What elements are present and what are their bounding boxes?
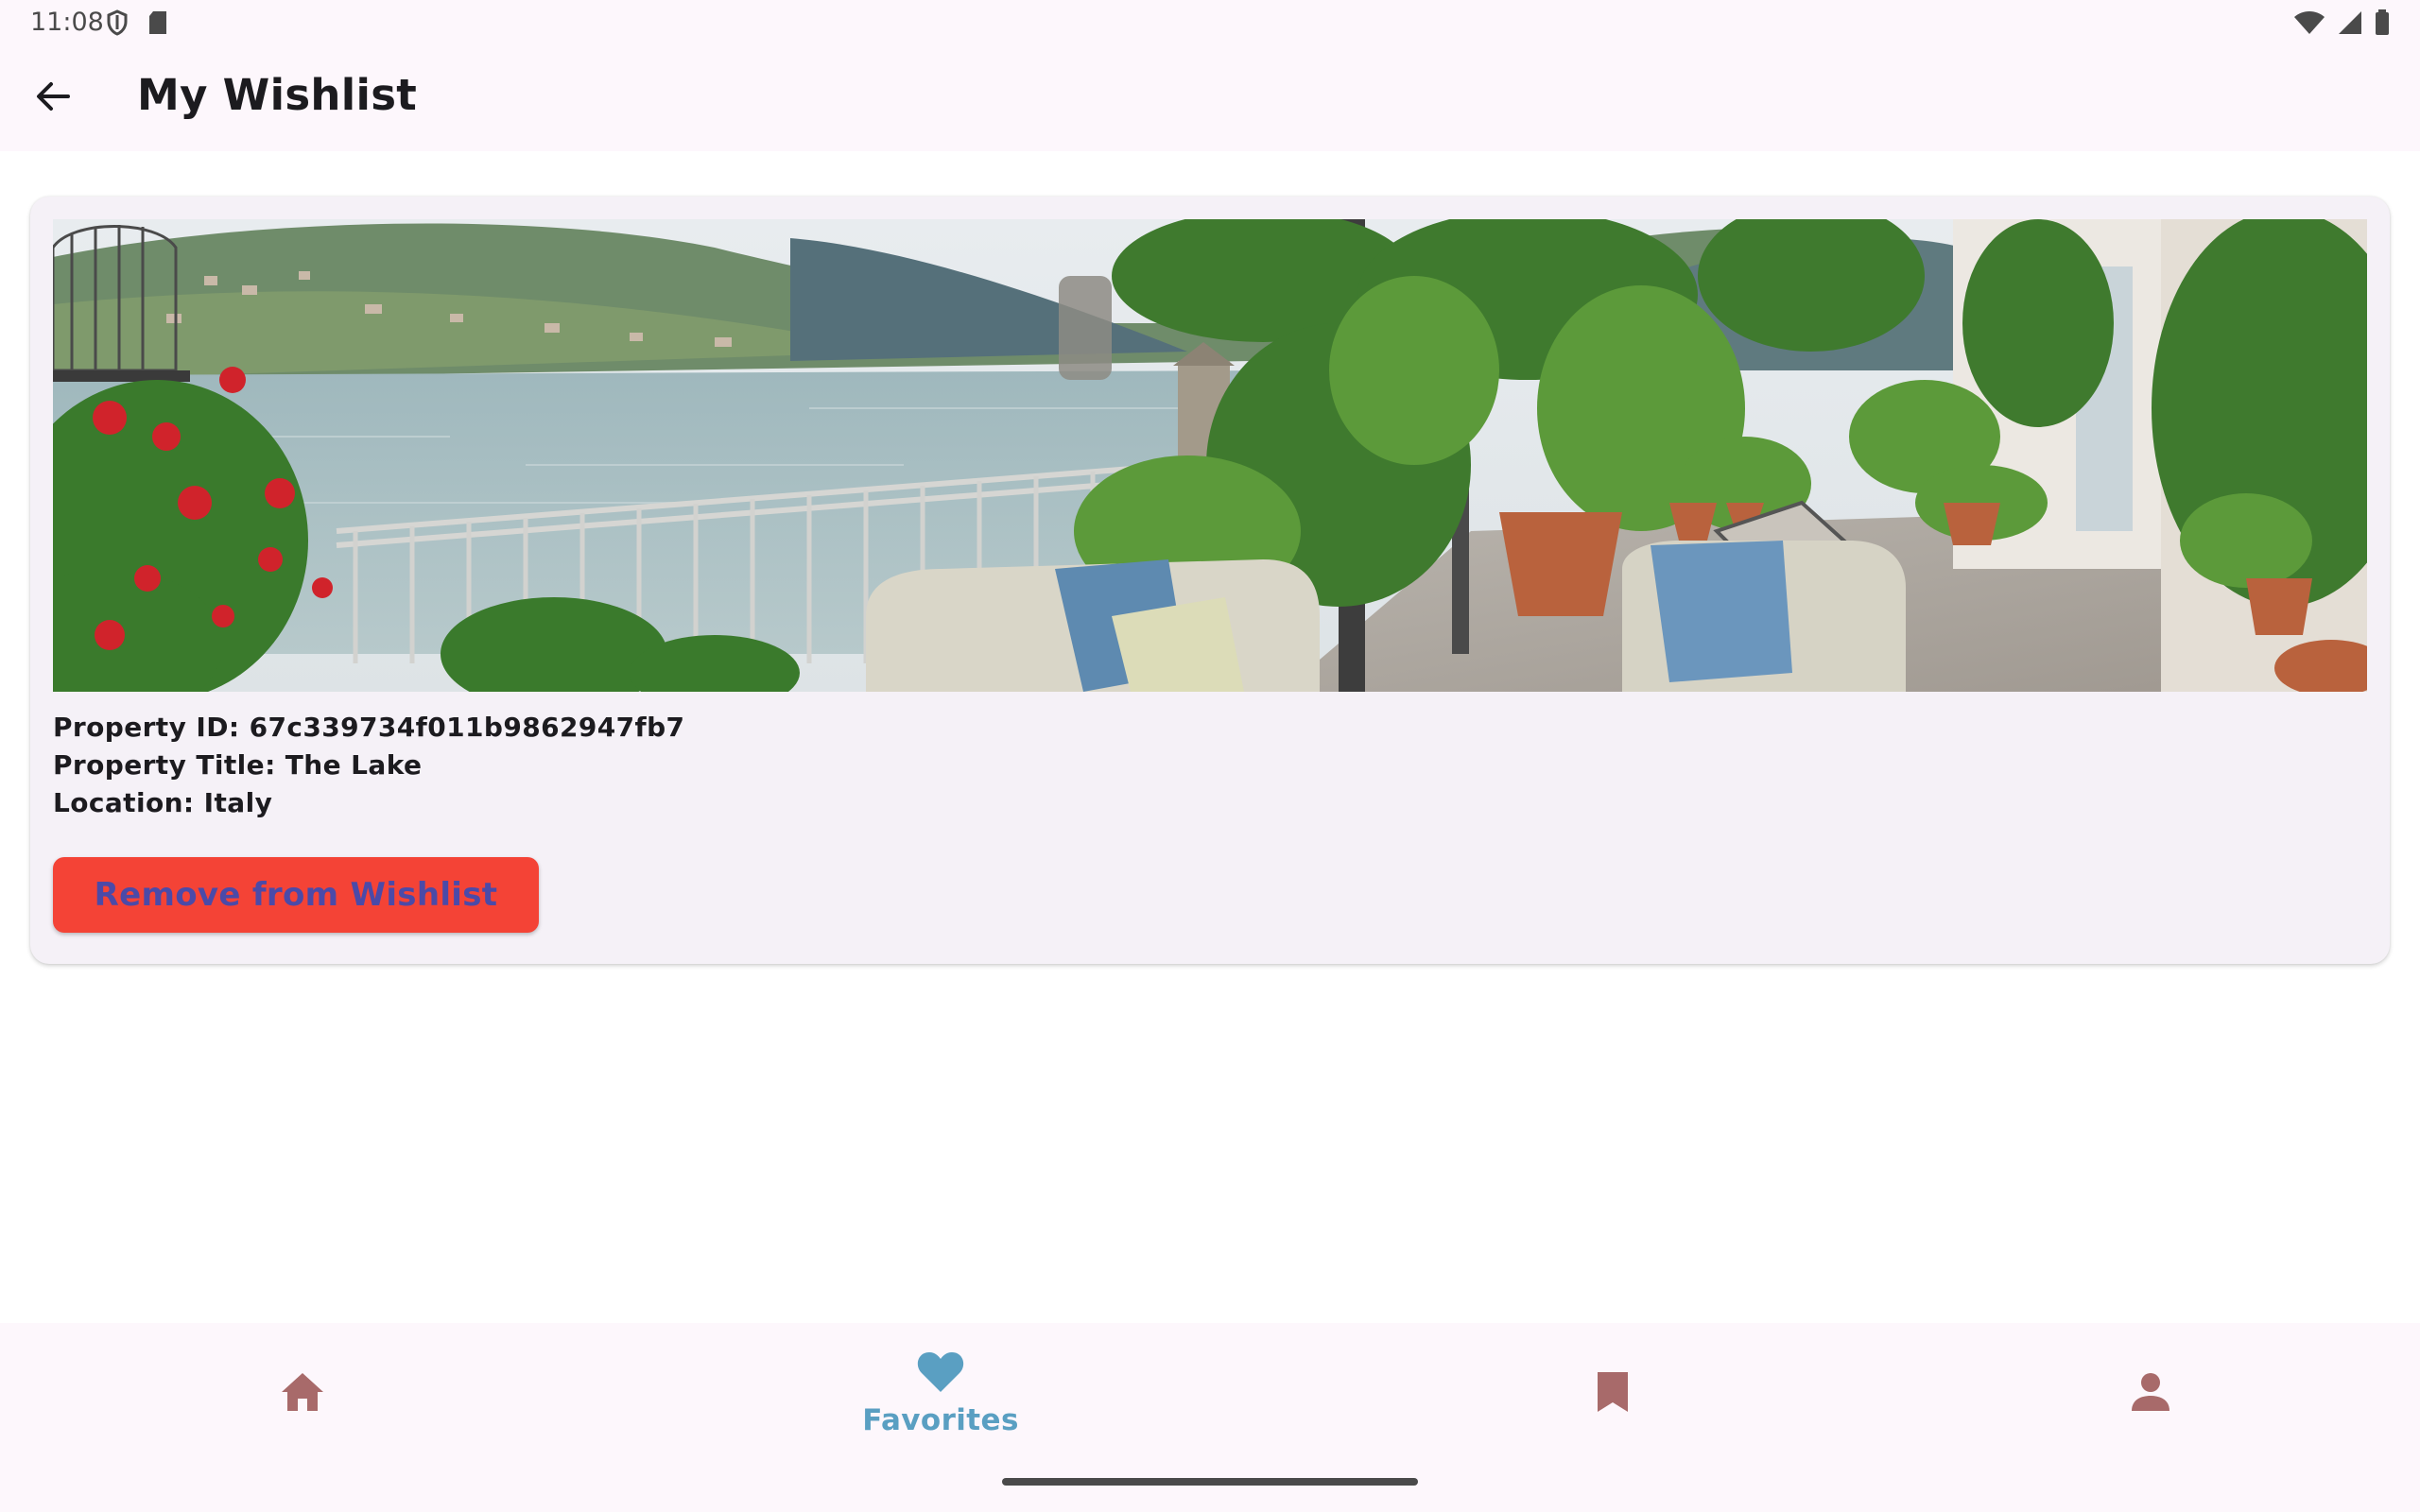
cell-signal-icon [2337,10,2363,39]
property-image[interactable] [53,219,2367,692]
sd-card-icon [147,10,168,39]
arrow-back-icon [34,77,72,119]
status-time: 11:08 [30,8,104,37]
property-location: Location: Italy [53,787,273,818]
page-title: My Wishlist [137,70,418,120]
nav-item-home[interactable] [0,1323,605,1465]
person-icon [2130,1371,2171,1417]
bookmark-icon [1594,1370,1632,1418]
heart-icon [916,1350,965,1398]
nav-item-favorites[interactable]: Favorites [638,1323,1243,1465]
property-title: Property Title: The Lake [53,749,423,781]
property-info: Property ID: 67c339734f011b9862947fb7 Pr… [53,709,684,822]
back-button[interactable] [21,70,85,127]
home-icon [280,1371,325,1417]
battery-icon [2375,9,2390,40]
shield-icon [106,9,129,40]
remove-from-wishlist-button[interactable]: Remove from Wishlist [53,857,539,933]
screen: 11:08 My Wishlist Property ID: 67c339734… [0,0,2420,1512]
nav-label-favorites: Favorites [862,1403,1019,1437]
app-bar: My Wishlist [0,45,2420,151]
home-indicator[interactable] [1002,1478,1418,1486]
nav-item-bookmarks[interactable] [1310,1323,1915,1465]
property-id: Property ID: 67c339734f011b9862947fb7 [53,712,685,743]
wifi-icon [2293,10,2325,39]
wishlist-card: Property ID: 67c339734f011b9862947fb7 Pr… [30,197,2390,964]
status-bar: 11:08 [0,0,2420,45]
nav-item-profile[interactable] [1848,1323,2420,1465]
